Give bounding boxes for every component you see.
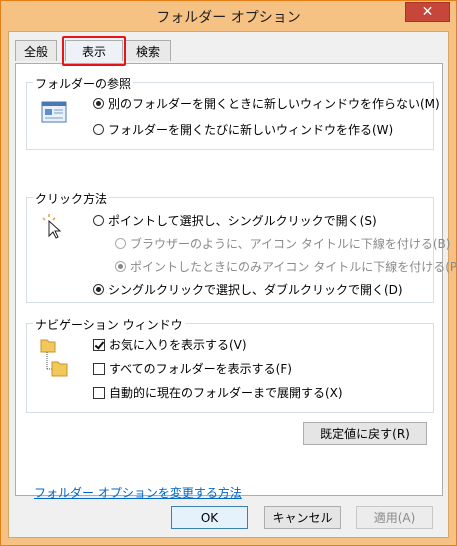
option-single-click-label: ポイントして選択し、シングルクリックで開く(S) [108,214,377,228]
checkbox-all-folders-label: すべてのフォルダーを表示する(F) [109,362,292,376]
click-items-legend: クリック方法 [33,190,110,207]
click-items-group: クリック方法 ポイントして選択し、シングルクリックで開く(S) ブラウザーのよう… [26,190,457,303]
close-icon: ✕ [421,4,434,20]
option-underline-browser-label: ブラウザーのように、アイコン タイトルに下線を付ける(B) [130,237,451,251]
navigation-pane-group: ナビゲーション ウィンドウ お気に入りを表示する(V) すべてのフォルダーを表示… [26,316,434,413]
option-single-click[interactable]: ポイントして選択し、シングルクリックで開く(S) [93,212,377,229]
help-link[interactable]: フォルダー オプションを変更する方法 [34,484,242,501]
checkbox-auto-expand-box[interactable] [93,386,105,399]
radio-same-window[interactable] [93,98,104,109]
tab-search[interactable]: 検索 [125,40,171,61]
pointer-click-icon [42,214,62,239]
tab-general[interactable]: 全般 [15,40,57,61]
option-new-window[interactable]: フォルダーを開くたびに新しいウィンドウを作る(W) [93,121,393,138]
tab-view-highlight-box [62,36,126,66]
radio-underline-point[interactable] [115,261,126,272]
radio-single-click[interactable] [93,215,104,226]
radio-underline-browser[interactable] [115,238,126,249]
option-underline-browser[interactable]: ブラウザーのように、アイコン タイトルに下線を付ける(B) [115,235,450,252]
option-underline-point-label: ポイントしたときにのみアイコン タイトルに下線を付ける(P) [130,260,457,274]
option-new-window-label: フォルダーを開くたびに新しいウィンドウを作る(W) [108,123,394,137]
option-double-click-label: シングルクリックで選択し、ダブルクリックで開く(D) [108,283,403,297]
tab-panel-general: フォルダーの参照 別のフォルダーを開くときに新しいウィンドウを作らない(M) フ… [15,63,457,500]
checkbox-auto-expand-label: 自動的に現在のフォルダーまで展開する(X) [109,386,343,400]
browse-folders-group: フォルダーの参照 別のフォルダーを開くときに新しいウィンドウを作らない(M) フ… [26,75,440,150]
option-same-window[interactable]: 別のフォルダーを開くときに新しいウィンドウを作らない(M) [93,95,440,112]
folder-window-icon [41,101,67,123]
restore-defaults-button[interactable]: 既定値に戻す(R) [303,422,427,445]
folder-tree-icon [40,339,68,377]
checkbox-favorites-label: お気に入りを表示する(V) [109,338,247,352]
option-double-click[interactable]: シングルクリックで選択し、ダブルクリックで開く(D) [93,281,403,298]
title-bar[interactable]: フォルダー オプション ✕ [1,1,456,31]
tab-search-label: 検索 [135,44,160,59]
radio-double-click[interactable] [93,284,104,295]
checkbox-show-favorites[interactable]: お気に入りを表示する(V) [93,336,247,353]
checkbox-favorites-box[interactable] [93,338,105,351]
navigation-pane-legend: ナビゲーション ウィンドウ [33,316,185,333]
option-underline-point[interactable]: ポイントしたときにのみアイコン タイトルに下線を付ける(P) [115,258,457,275]
radio-new-window[interactable] [93,124,104,135]
dialog-client-area: 全般 表示 検索 フォルダーの参照 別のフォルダーを開くときに新しいウィンドウを… [8,31,457,538]
cancel-button[interactable]: キャンセル [264,506,341,529]
checkbox-auto-expand[interactable]: 自動的に現在のフォルダーまで展開する(X) [93,384,343,401]
ok-button[interactable]: OK [171,506,248,529]
option-same-window-label: 別のフォルダーを開くときに新しいウィンドウを作らない(M) [108,97,440,111]
folder-options-window: フォルダー オプション ✕ 全般 表示 検索 フォルダーの参照 別のフォルダーを… [0,0,457,546]
browse-folders-legend: フォルダーの参照 [33,75,134,92]
tab-general-label: 全般 [23,44,48,59]
apply-button[interactable]: 適用(A) [356,506,433,529]
checkbox-all-folders-box[interactable] [93,362,105,375]
window-title: フォルダー オプション [156,10,301,26]
checkbox-show-all-folders[interactable]: すべてのフォルダーを表示する(F) [93,360,292,377]
close-button[interactable]: ✕ [405,2,450,22]
